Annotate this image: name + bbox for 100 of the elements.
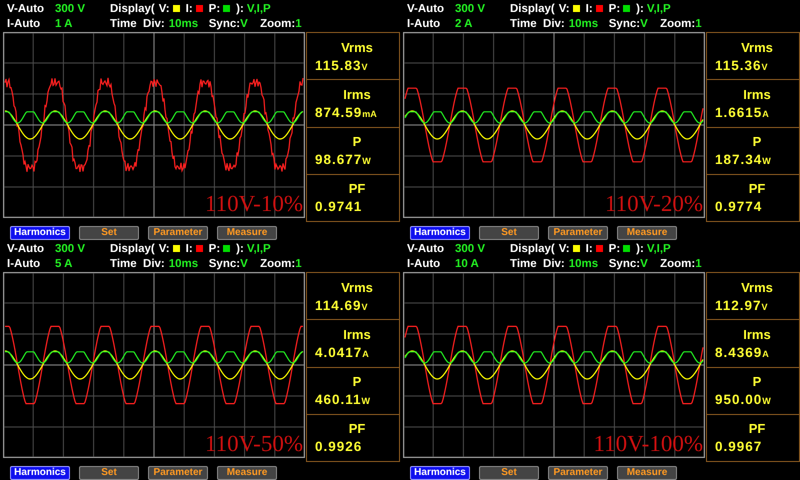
legend-label: P: [608,242,620,254]
softkey-button[interactable]: Parameter [548,466,608,480]
range-value: 300 V [455,2,486,14]
reading-value: 114.69V [315,298,369,313]
reading-label: Vrms [741,40,773,55]
reading-label: PF [348,421,366,436]
reading-value: 1.6615A [715,104,770,120]
reading-value: 4.0417A [315,344,370,360]
reading-label: PF [748,181,766,196]
sync-label: Sync: [208,18,240,30]
display-label: Display( [110,242,155,254]
waveform-caption: 110V-10% [205,192,303,215]
softkey-button[interactable]: Parameter [548,226,608,240]
time-div-value: 10ms [568,258,600,270]
softkey-button[interactable]: Set [79,226,139,240]
softkey-button[interactable]: Set [79,466,139,480]
softkey-button[interactable]: Harmonics [10,466,70,480]
range-value: 5 A [55,258,74,270]
range-value: 1 A [55,18,74,30]
reading-value: 187.34W [715,152,772,168]
time-div-label: Time Div: [510,258,565,270]
softkey-button[interactable]: Set [479,226,539,240]
mode-label: I-Auto [7,18,42,30]
reading-label: Vrms [341,280,373,295]
reading-label: Irms [743,86,771,102]
mode-label: I-Auto [407,18,442,30]
waveform-caption: 110V-100% [594,432,703,455]
reading-value: 950.00W [715,392,772,408]
reading-label: Irms [343,86,371,102]
time-div-label: Time Div: [510,18,565,30]
display-value: V,I,P [246,242,271,254]
time-div-label: Time Div: [110,258,165,270]
mode-label: V-Auto [7,2,46,14]
softkey-button[interactable]: Parameter [148,466,208,480]
reading-label: Vrms [341,40,373,55]
range-value: 300 V [55,2,86,14]
sync-label: Sync: [608,18,640,30]
zoom-value: 1 [295,258,302,270]
softkey-button[interactable]: Parameter [148,226,208,240]
legend-label: P: [208,242,220,254]
legend-label: I: [186,242,193,254]
range-value: 2 A [455,18,474,30]
sync-label: Sync: [608,258,640,270]
reading-value: 115.83V [315,58,369,73]
reading-label: P [352,374,362,390]
reading-label: Irms [743,326,771,342]
mode-label: V-Auto [407,2,446,14]
softkey-button[interactable]: Measure [217,226,277,240]
zoom-value: 1 [695,258,702,270]
reading-value: 0.9774 [715,199,764,214]
legend-label: I: [586,242,593,254]
display-label: ): [636,242,644,254]
softkey-button[interactable]: Harmonics [410,226,470,240]
waveform-caption: 110V-20% [605,192,703,215]
reading-label: PF [748,421,766,436]
time-div-label: Time Div: [110,18,165,30]
time-div-value: 10ms [168,258,200,270]
range-value: 300 V [55,242,86,254]
zoom-label: Zoom: [260,258,296,270]
sync-value: V [640,18,649,30]
reading-value: 874.59mA [315,104,378,120]
softkey-button[interactable]: Harmonics [410,466,470,480]
mode-label: V-Auto [7,242,46,254]
sync-value: V [640,258,649,270]
reading-label: PF [348,181,366,196]
softkey-button[interactable]: Measure [617,466,677,480]
reading-value: 115.36V [715,58,769,73]
softkey-button[interactable]: Measure [217,466,277,480]
range-value: 300 V [455,242,486,254]
display-label: Display( [510,2,555,14]
time-div-value: 10ms [568,18,600,30]
softkey-button[interactable]: Measure [617,226,677,240]
softkey-button[interactable]: Harmonics [10,226,70,240]
display-label: ): [636,2,644,14]
sync-value: V [240,18,249,30]
legend-label: P: [208,2,220,14]
reading-value: 0.9926 [315,439,364,454]
legend-label: V: [558,242,570,254]
reading-label: P [752,134,762,150]
mode-label: I-Auto [407,258,442,270]
display-label: ): [236,242,244,254]
reading-value: 0.9741 [315,199,364,214]
sync-value: V [240,258,249,270]
reading-label: Irms [343,326,371,342]
mode-label: I-Auto [7,258,42,270]
reading-value: 8.4369A [715,344,770,360]
legend-label: V: [158,2,170,14]
legend-label: I: [186,2,193,14]
reading-value: 0.9967 [715,439,764,454]
zoom-label: Zoom: [660,18,696,30]
reading-value: 98.677W [315,152,372,168]
legend-label: V: [558,2,570,14]
reading-label: Vrms [741,280,773,295]
reading-label: P [352,134,362,150]
softkey-button[interactable]: Set [479,466,539,480]
legend-label: V: [158,242,170,254]
legend-label: I: [586,2,593,14]
zoom-value: 1 [295,18,302,30]
waveform-caption: 110V-50% [205,432,303,455]
display-label: ): [236,2,244,14]
